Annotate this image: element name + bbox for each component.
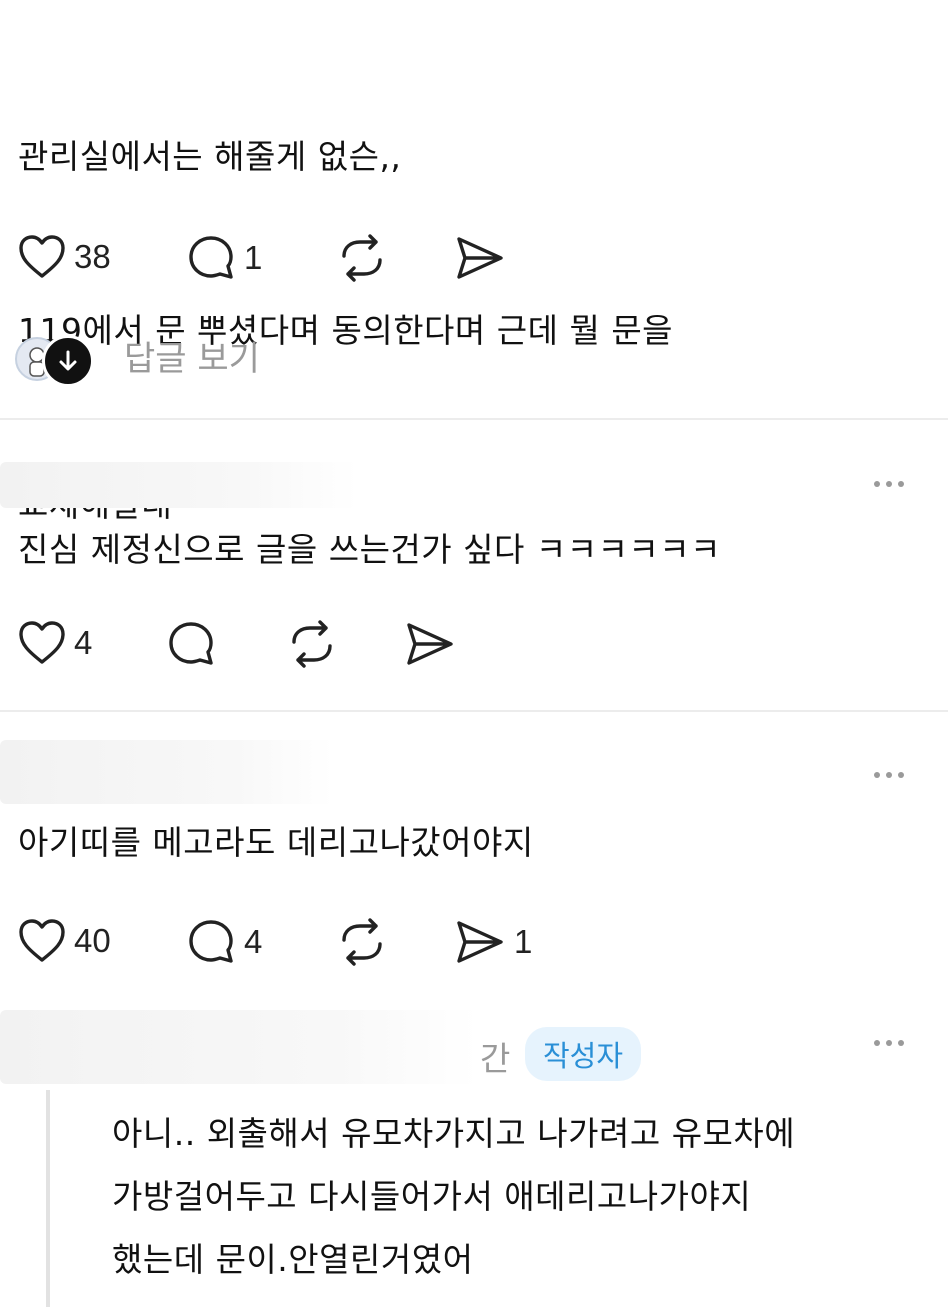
heart-icon: [19, 235, 65, 278]
redacted-username: [0, 1010, 478, 1084]
repost-button[interactable]: [336, 234, 388, 282]
like-count: 40: [74, 922, 111, 959]
share-button[interactable]: [454, 234, 506, 282]
comment-count: 1: [244, 239, 263, 276]
comment-icon: [189, 236, 233, 279]
comment-icon: [169, 622, 213, 665]
share-button[interactable]: 1: [454, 918, 532, 966]
repost-icon: [342, 918, 382, 966]
reply-body: 아니.. 외출해서 유모차가지고 나가려고 유모차에 가방걸어두고 다시들어가서…: [112, 1102, 795, 1291]
divider: [0, 418, 948, 420]
divider: [0, 710, 948, 712]
view-replies-avatar[interactable]: [42, 335, 94, 387]
more-icon: [874, 1040, 880, 1046]
comment-count: 4: [244, 923, 263, 960]
reply-line: 가방걸어두고 다시들어가서 애데리고나가야지: [112, 1177, 752, 1216]
comment-button[interactable]: 4: [186, 918, 262, 966]
comment-button[interactable]: [166, 620, 216, 668]
more-options-button[interactable]: [874, 481, 904, 487]
like-count: 4: [74, 624, 93, 661]
more-icon: [874, 772, 880, 778]
reply-line: 아니.. 외출해서 유모차가지고 나가려고 유모차에: [112, 1114, 796, 1153]
post-time: 간: [480, 1039, 511, 1078]
reply-line: 했는데 문이.안열린거였어: [112, 1240, 474, 1279]
share-icon: [457, 237, 503, 279]
heart-icon: [19, 919, 65, 962]
post-line: 관리실에서는 해줄게 없슨,,: [18, 137, 402, 176]
author-badge: 작성자: [525, 1027, 642, 1081]
comment-icon: [189, 920, 233, 963]
redacted-username: [0, 740, 334, 804]
post-body: 진심 제정신으로 글을 쓰는건가 싶다 ㅋㅋㅋㅋㅋㅋ: [18, 530, 722, 569]
more-icon: [874, 481, 880, 487]
like-button[interactable]: 38: [18, 234, 111, 280]
share-button[interactable]: [404, 620, 456, 668]
share-count: 1: [514, 923, 533, 960]
repost-icon: [342, 234, 382, 282]
redacted-username: [0, 462, 358, 508]
thread-line: [46, 1090, 50, 1307]
repost-icon: [292, 620, 332, 668]
like-button[interactable]: 40: [18, 918, 111, 964]
like-button[interactable]: 4: [18, 620, 92, 666]
like-count: 38: [74, 238, 111, 275]
repost-button[interactable]: [286, 620, 338, 668]
share-icon: [407, 623, 453, 665]
heart-icon: [19, 621, 65, 664]
repost-button[interactable]: [336, 918, 388, 966]
post-line: 119에서 문 뿌셨다며 동의한다며 근데 뭘 문을: [18, 311, 674, 350]
more-options-button[interactable]: [874, 1040, 904, 1046]
post-body: 아기띠를 메고라도 데리고나갔어야지: [18, 823, 534, 862]
view-replies-link[interactable]: 답글 보기: [124, 331, 260, 380]
share-icon: [457, 921, 503, 963]
arrow-down-icon: [59, 350, 77, 371]
more-options-button[interactable]: [874, 772, 904, 778]
comment-button[interactable]: 1: [186, 234, 262, 282]
